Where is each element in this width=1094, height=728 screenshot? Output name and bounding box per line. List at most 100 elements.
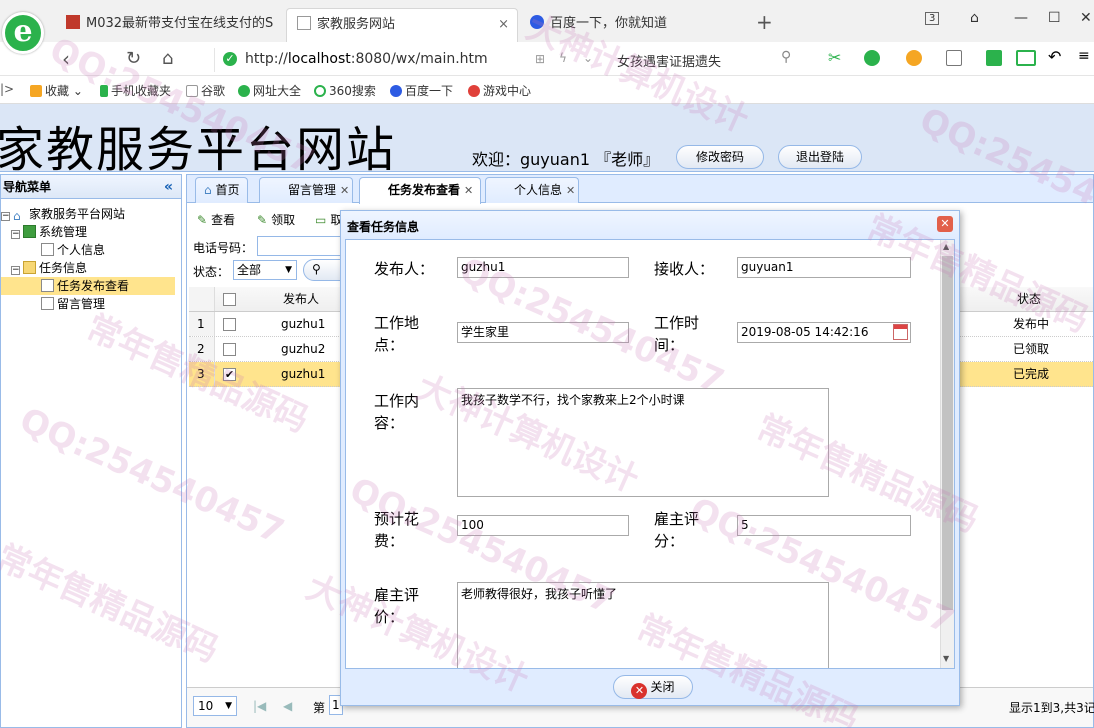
- column-header-publisher[interactable]: 发布人: [283, 287, 319, 312]
- prev-page-icon[interactable]: ◀: [283, 699, 292, 713]
- home-icon[interactable]: ⌂: [162, 48, 173, 69]
- close-button[interactable]: ✕ 关闭: [613, 675, 693, 699]
- close-x-icon: ✕: [631, 683, 648, 699]
- view-button[interactable]: ✎ 查看: [197, 211, 235, 228]
- tab-favicon-icon: [66, 15, 80, 29]
- image-icon[interactable]: [946, 50, 962, 66]
- bookmark-mobile[interactable]: 手机收藏夹: [100, 82, 171, 99]
- tree-root[interactable]: − ⌂ 家教服务平台网站: [1, 205, 125, 223]
- toolbar-button-3[interactable]: ▭ 取: [315, 211, 342, 228]
- tab-home[interactable]: ⌂ 首页: [195, 177, 249, 203]
- bookmark-google[interactable]: 谷歌: [186, 82, 225, 99]
- home-icon: ⌂: [204, 183, 212, 197]
- time-field[interactable]: 2019-08-05 14:42:16: [737, 322, 911, 343]
- folder-icon: [23, 261, 36, 274]
- content-textarea[interactable]: 我孩子数学不行，找个家教来上2个小时课: [457, 388, 829, 497]
- tab-task-view[interactable]: 任务发布查看 ✕: [359, 177, 481, 204]
- dropdown-icon[interactable]: ⌄: [583, 51, 593, 65]
- dialog-close-icon[interactable]: ✕: [937, 216, 953, 232]
- tab-close-icon[interactable]: ×: [498, 9, 509, 41]
- tab-close-icon[interactable]: ✕: [464, 184, 473, 197]
- scroll-down-icon[interactable]: ▼: [943, 654, 949, 663]
- back-icon[interactable]: ‹: [62, 47, 70, 71]
- row-checkbox[interactable]: [223, 318, 236, 331]
- sidebar-toggle-icon[interactable]: |>: [0, 82, 14, 96]
- close-window-icon[interactable]: ✕: [1080, 10, 1092, 26]
- first-page-icon[interactable]: |◀: [253, 699, 266, 713]
- column-header-status[interactable]: 状态: [1017, 287, 1041, 312]
- scroll-up-icon[interactable]: ▲: [943, 242, 949, 251]
- site-title: 家教服务平台网站: [0, 122, 397, 178]
- collapse-toggle-icon[interactable]: −: [11, 230, 20, 239]
- tab-messages[interactable]: 留言管理 ✕: [259, 177, 353, 203]
- translate-icon[interactable]: [864, 50, 880, 66]
- change-password-button[interactable]: 修改密码: [676, 145, 764, 169]
- dialog-footer: ✕ 关闭: [341, 671, 959, 705]
- status-select[interactable]: 全部 ▼: [233, 260, 297, 280]
- scissors-icon[interactable]: ✂: [828, 48, 844, 67]
- dialog-scrollbar[interactable]: ▲ ▼: [940, 240, 954, 668]
- collapse-toggle-icon[interactable]: −: [1, 212, 10, 221]
- scrollbar-thumb[interactable]: [942, 256, 953, 610]
- bookmark-favorites[interactable]: 收藏 ⌄: [30, 82, 83, 99]
- phone-input[interactable]: [257, 236, 347, 256]
- reload-icon[interactable]: ↻: [126, 48, 141, 69]
- battery-icon[interactable]: [1016, 50, 1036, 66]
- bookmark-games[interactable]: 游戏中心: [468, 82, 531, 99]
- browser-tab-2[interactable]: 家教服务网站 ×: [286, 8, 518, 42]
- grid-icon[interactable]: ⊞: [535, 52, 545, 66]
- score-field[interactable]: 5: [737, 515, 911, 536]
- lightning-icon[interactable]: ϟ: [559, 51, 567, 65]
- bookmark-360-search[interactable]: 360搜索: [314, 82, 376, 99]
- status-cell: 已领取: [1013, 342, 1050, 356]
- minimize-icon[interactable]: —: [1014, 10, 1028, 26]
- browser-logo: e: [2, 12, 44, 54]
- row-checkbox[interactable]: ✔: [223, 368, 236, 381]
- bookmark-baidu[interactable]: 百度一下: [390, 82, 453, 99]
- maximize-icon[interactable]: ☐: [1048, 10, 1061, 26]
- select-all-checkbox[interactable]: [223, 293, 236, 306]
- comment-textarea[interactable]: 老师教得很好，我孩子听懂了: [457, 582, 829, 668]
- page-size-select[interactable]: 10 ▼: [193, 696, 237, 716]
- sidebar-item-task-view[interactable]: 任务发布查看: [1, 277, 175, 295]
- browser-tab-1[interactable]: M032最新带支付宝在线支付的S: [56, 8, 284, 42]
- publisher-cell: guzhu2: [281, 342, 326, 356]
- tab-close-icon[interactable]: ✕: [566, 184, 575, 197]
- sidebar-item-messages[interactable]: 留言管理: [41, 295, 105, 313]
- claim-button[interactable]: ✎ 领取: [257, 211, 295, 228]
- game-icon: [468, 85, 480, 97]
- welcome-text: 欢迎：guyuan1 『老师』: [472, 150, 660, 169]
- browser-tab-3[interactable]: 百度一下，你就知道: [520, 8, 752, 42]
- publisher-field[interactable]: guzhu1: [457, 257, 629, 278]
- logout-button[interactable]: 退出登陆: [778, 145, 862, 169]
- phone-icon: [100, 85, 108, 97]
- search-icon[interactable]: ⚲: [781, 49, 791, 65]
- tab-count-badge[interactable]: 3: [925, 12, 940, 25]
- row-checkbox[interactable]: [223, 343, 236, 356]
- sidebar-item-profile[interactable]: 个人信息: [41, 241, 105, 259]
- tab-close-icon[interactable]: ✕: [340, 184, 349, 197]
- collapse-icon[interactable]: «: [164, 175, 173, 199]
- url-field[interactable]: ✓ http://localhost:8080/wx/main.htm ⊞ ϟ …: [214, 48, 794, 72]
- apps-icon[interactable]: [986, 50, 1002, 66]
- shirt-icon[interactable]: ⌂: [970, 10, 979, 26]
- tree-group-system[interactable]: − 系统管理: [11, 223, 87, 241]
- tree-group-tasks[interactable]: − 任务信息: [11, 259, 87, 277]
- url-path: :8080/wx/main.htm: [350, 51, 488, 67]
- location-field[interactable]: 学生家里: [457, 322, 629, 343]
- dialog-title: 查看任务信息: [347, 220, 420, 234]
- search-suggestion[interactable]: 女孩遇害证据遗失: [617, 51, 721, 70]
- undo-icon[interactable]: ↶: [1048, 47, 1064, 66]
- coin-icon[interactable]: [906, 50, 922, 66]
- new-tab-button[interactable]: +: [756, 10, 773, 34]
- tab-profile[interactable]: 个人信息 ✕: [485, 177, 579, 203]
- bookmark-directory[interactable]: 网址大全: [238, 82, 301, 99]
- receiver-field[interactable]: guyuan1: [737, 257, 911, 278]
- publisher-cell: guzhu1: [281, 317, 326, 331]
- collapse-toggle-icon[interactable]: −: [11, 266, 20, 275]
- menu-icon[interactable]: ≡: [1078, 48, 1094, 64]
- baidu-paw-icon: [390, 85, 402, 97]
- url-prefix: http://: [245, 51, 288, 67]
- cost-field[interactable]: 100: [457, 515, 629, 536]
- calendar-icon[interactable]: [893, 324, 908, 340]
